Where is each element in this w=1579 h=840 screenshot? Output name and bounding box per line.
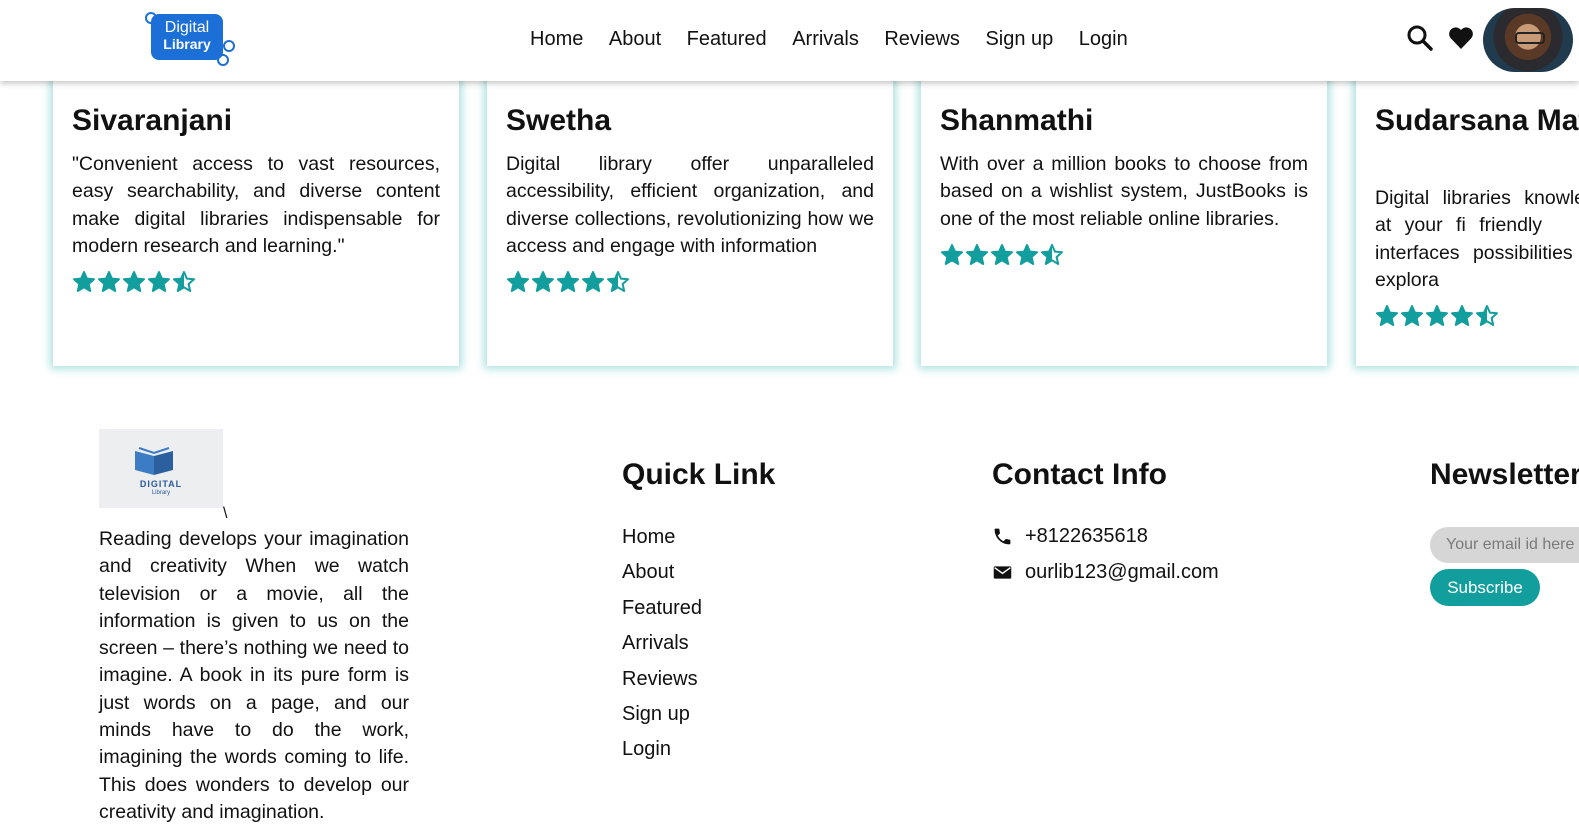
newsletter-email-input[interactable] <box>1430 527 1579 563</box>
contact-info-title: Contact Info <box>992 458 1167 491</box>
contact-email: ourlib123@gmail.com <box>992 561 1219 584</box>
footer-logo[interactable]: DIGITAL Library <box>99 429 223 508</box>
review-text: Digital library offer unparalleled acces… <box>506 153 874 257</box>
quick-link-title: Quick Link <box>622 458 776 491</box>
logo-line-1: Digital <box>164 19 210 36</box>
rating-stars <box>1375 304 1500 328</box>
review-text: With over a million books to choose from… <box>940 153 1308 230</box>
star-icon <box>582 271 604 292</box>
quick-link-signup[interactable]: Sign up <box>622 701 702 736</box>
subscribe-button[interactable]: Subscribe <box>1430 569 1540 606</box>
star-icon <box>1426 305 1448 326</box>
logo-badge: Digital Library <box>151 14 223 60</box>
half-star-icon <box>607 271 629 292</box>
review-card: Sudarsana Mathan Digital libraries knowl… <box>1356 60 1579 366</box>
nav-login[interactable]: Login <box>1079 28 1128 51</box>
logo-line-2: Library <box>163 36 211 52</box>
email-address[interactable]: ourlib123@gmail.com <box>1025 561 1219 584</box>
star-icon <box>148 271 170 292</box>
review-text: "Convenient access to vast resources, ea… <box>72 153 440 257</box>
star-icon <box>966 244 988 265</box>
nav-signup[interactable]: Sign up <box>985 28 1053 51</box>
footer-logo-caption-2: Library <box>151 490 171 496</box>
book-icon <box>135 447 173 475</box>
quick-links: Home About Featured Arrivals Reviews Sig… <box>622 524 702 772</box>
star-icon <box>991 244 1013 265</box>
logo-dot <box>223 40 235 52</box>
star-icon <box>532 271 554 292</box>
star-icon <box>1451 305 1473 326</box>
footer-logo-caption: DIGITAL <box>139 479 183 489</box>
avatar-glasses <box>1515 32 1545 44</box>
nav-home[interactable]: Home <box>530 28 583 51</box>
star-icon <box>1376 305 1398 326</box>
quick-link-featured[interactable]: Featured <box>622 595 702 630</box>
quick-link-reviews[interactable]: Reviews <box>622 666 702 701</box>
nav-about[interactable]: About <box>609 28 661 51</box>
star-icon <box>73 271 95 292</box>
stray-character: \ <box>223 505 228 522</box>
star-icon <box>1401 305 1423 326</box>
star-icon <box>98 271 120 292</box>
nav-arrivals[interactable]: Arrivals <box>792 28 859 51</box>
newsletter-title: Newsletter <box>1430 458 1579 491</box>
phone-icon <box>994 528 1011 545</box>
search-icon[interactable] <box>1406 24 1434 52</box>
main-nav: Home About Featured Arrivals Reviews Sig… <box>530 28 1153 51</box>
star-icon <box>941 244 963 265</box>
half-star-icon <box>173 271 195 292</box>
rating-stars <box>506 270 631 294</box>
star-icon <box>507 271 529 292</box>
phone-number[interactable]: +8122635618 <box>1025 525 1148 548</box>
digital-library-logo[interactable]: Digital Library <box>143 10 235 66</box>
nav-reviews[interactable]: Reviews <box>884 28 960 51</box>
reviewer-name: Sivaranjani <box>72 104 233 137</box>
site-header: Digital Library Home About Featured Arri… <box>0 0 1579 81</box>
star-icon <box>123 271 145 292</box>
reviewer-name: Sudarsana Mathan <box>1375 104 1579 137</box>
review-card: Shanmathi With over a million books to c… <box>921 60 1327 366</box>
contact-phone: +8122635618 <box>992 525 1148 548</box>
quick-link-login[interactable]: Login <box>622 736 702 771</box>
nav-featured[interactable]: Featured <box>687 28 767 51</box>
footer-about-text: Reading develops your imagination and cr… <box>99 528 409 823</box>
review-card: Swetha Digital library offer unparallele… <box>487 60 893 366</box>
rating-stars <box>72 270 197 294</box>
star-icon <box>557 271 579 292</box>
review-text: Digital libraries knowledge at your fi f… <box>1375 187 1579 291</box>
review-card: Sivaranjani "Convenient access to vast r… <box>53 60 459 366</box>
half-star-icon <box>1041 244 1063 265</box>
rating-stars <box>940 243 1065 267</box>
half-star-icon <box>1476 305 1498 326</box>
reviewer-name: Shanmathi <box>940 104 1094 137</box>
quick-link-home[interactable]: Home <box>622 524 702 559</box>
quick-link-about[interactable]: About <box>622 559 702 594</box>
envelope-icon <box>993 566 1012 579</box>
reviewer-name: Swetha <box>506 104 612 137</box>
star-icon <box>1016 244 1038 265</box>
avatar[interactable] <box>1483 8 1573 72</box>
heart-icon[interactable] <box>1447 24 1475 52</box>
quick-link-arrivals[interactable]: Arrivals <box>622 630 702 665</box>
